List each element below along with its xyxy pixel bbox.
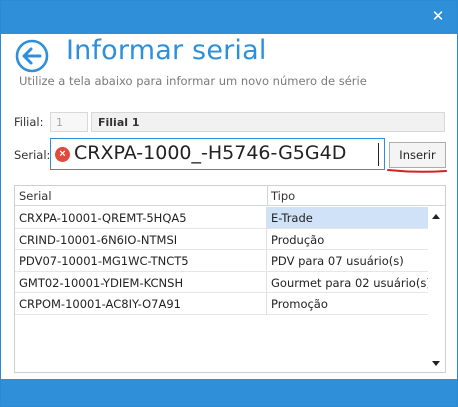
red-underline-annotation	[387, 169, 447, 173]
filial-label: Filial:	[14, 115, 44, 129]
text-caret	[378, 143, 379, 166]
cell-tipo: E-Trade	[267, 207, 428, 228]
vertical-scrollbar[interactable]	[428, 206, 445, 372]
title-bar: ✕	[1, 1, 457, 34]
table-row[interactable]: CRPOM-10001-AC8IY-O7A91 Promoção	[15, 293, 428, 315]
cell-serial: PDV07-10001-MG1WC-TNCT5	[15, 250, 267, 272]
serial-input-value: CRXPA-1000_-H5746-G5G4D	[74, 142, 347, 164]
table-row[interactable]: CRXPA-10001-QREMT-5HQA5 E-Trade	[15, 207, 428, 229]
cell-tipo: Gourmet para 02 usuário(s)	[271, 275, 431, 290]
filial-code-field: 1	[50, 112, 88, 132]
cell-tipo: Produção	[271, 232, 325, 247]
error-icon: ×	[55, 147, 70, 162]
dialog-window: ✕ Informar serial Utilize a tela abaixo …	[0, 0, 458, 407]
table-row[interactable]: GMT02-10001-YDIEM-KCNSH Gourmet para 02 …	[15, 271, 431, 294]
cell-tipo: Promoção	[271, 297, 328, 312]
serial-grid: Serial Tipo CRXPA-10001-QREMT-5HQA5 E-Tr…	[14, 185, 446, 373]
filial-name-field: Filial 1	[91, 112, 445, 132]
column-header-serial[interactable]: Serial	[15, 186, 267, 206]
page-title: Informar serial	[66, 35, 267, 66]
close-button[interactable]: ✕	[427, 7, 449, 27]
table-row[interactable]: PDV07-10001-MG1WC-TNCT5 PDV para 07 usuá…	[15, 250, 428, 272]
table-row[interactable]: CRIND-10001-6N6IO-NTMSI Produção	[15, 228, 428, 251]
serial-label: Serial:	[14, 148, 51, 162]
page-subtitle: Utilize a tela abaixo para informar um n…	[19, 74, 367, 88]
cell-serial: CRXPA-10001-QREMT-5HQA5	[15, 207, 267, 228]
status-bar	[1, 379, 457, 406]
serial-input[interactable]: × CRXPA-1000_-H5746-G5G4D	[50, 138, 385, 170]
cell-serial: CRIND-10001-6N6IO-NTMSI	[15, 228, 267, 250]
cell-serial: GMT02-10001-YDIEM-KCNSH	[15, 271, 267, 293]
grid-header: Serial Tipo	[15, 186, 445, 206]
insert-button[interactable]: Inserir	[389, 142, 446, 168]
grid-rows: CRXPA-10001-QREMT-5HQA5 E-Trade CRIND-10…	[15, 207, 431, 315]
scroll-down-icon[interactable]	[432, 361, 440, 366]
cell-serial: CRPOM-10001-AC8IY-O7A91	[15, 293, 267, 315]
back-arrow-icon[interactable]	[15, 39, 49, 73]
column-header-tipo[interactable]: Tipo	[267, 186, 428, 206]
scroll-up-icon[interactable]	[432, 214, 440, 219]
cell-tipo: PDV para 07 usuário(s)	[271, 254, 404, 269]
